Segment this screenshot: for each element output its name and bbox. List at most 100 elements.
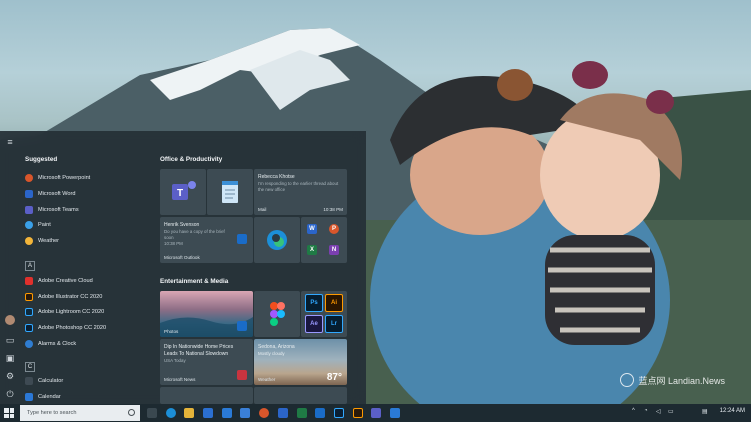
outlook-tile-label: Microsoft Outlook	[164, 255, 200, 260]
after-effects-icon[interactable]: Ae	[305, 315, 323, 333]
notepad-icon	[222, 181, 238, 203]
app-item-label: Microsoft Teams	[38, 207, 79, 213]
app-item-label: Calculator	[38, 378, 64, 384]
documents-icon[interactable]: ▭	[5, 335, 15, 345]
app-item-label: Adobe Illustrator CC 2020	[38, 294, 103, 300]
powerpoint-icon[interactable]	[259, 408, 269, 418]
photos-tile-label: Photos	[164, 329, 179, 334]
taskbar: Type here to search ^ ◔ ◁ ▭ ▤ 12:24 AM	[0, 404, 751, 422]
outlook-icon[interactable]	[315, 408, 325, 418]
mail-tile[interactable]: Rebecca Khotse I'm responding to the ear…	[254, 169, 347, 215]
outlook-icon[interactable]	[390, 408, 400, 418]
app-item-alarms[interactable]: Alarms & Clock	[25, 337, 76, 351]
word-icon[interactable]: W	[307, 224, 317, 234]
letter-header-c[interactable]: C	[25, 362, 35, 372]
tile-partial-2[interactable]	[254, 387, 347, 404]
calendar-icon[interactable]	[240, 408, 250, 418]
edge-tile[interactable]	[254, 217, 300, 263]
weather-tile[interactable]: Sedona, Arizona Mostly cloudy Weather 87…	[254, 339, 347, 385]
task-view-icon[interactable]	[147, 408, 157, 418]
teams-icon: T	[172, 181, 196, 200]
app-item-label: Adobe Photoshop CC 2020	[38, 325, 107, 331]
start-button[interactable]	[4, 408, 14, 418]
app-item-teams[interactable]: Microsoft Teams	[25, 203, 79, 217]
pictures-icon[interactable]: ▣	[5, 353, 15, 363]
weather-temperature: 87°	[326, 372, 342, 383]
mail-tile-label: Mail	[258, 207, 267, 212]
volume-icon[interactable]: ◁	[656, 408, 661, 415]
app-item-powerpoint[interactable]: Microsoft Powerpoint	[25, 171, 90, 185]
calculator-icon	[25, 377, 33, 385]
app-item-calculator[interactable]: Calculator	[25, 374, 63, 388]
powerpoint-icon	[25, 174, 33, 182]
photoshop-icon[interactable]: Ps	[305, 294, 323, 312]
power-icon[interactable]: ⏻	[5, 389, 15, 399]
watermark: 蓝点网 Landian.News	[620, 373, 725, 387]
user-avatar[interactable]	[5, 315, 15, 325]
chevron-up-icon[interactable]: ^	[632, 408, 635, 414]
teams-icon[interactable]	[371, 408, 381, 418]
photoshop-icon	[25, 324, 33, 332]
news-tile[interactable]: Dip In Nationwide Home Prices Leads To N…	[160, 339, 253, 385]
letter-header-a[interactable]: A	[25, 261, 35, 271]
word-icon	[25, 190, 33, 198]
edge-icon[interactable]	[166, 408, 176, 418]
outlook-icon	[237, 234, 247, 244]
excel-icon[interactable]	[297, 408, 307, 418]
outlook-time: 10:38 PM	[164, 240, 183, 246]
app-item-calendar[interactable]: Calendar	[25, 390, 61, 404]
notifications-icon[interactable]: ▤	[702, 408, 708, 415]
entertainment-heading: Entertainment & Media	[160, 278, 229, 285]
app-item-photoshop[interactable]: Adobe Photoshop CC 2020	[25, 321, 106, 335]
notepad-tile[interactable]	[207, 169, 253, 215]
figma-tile[interactable]	[254, 291, 300, 337]
photoshop-icon[interactable]	[334, 408, 344, 418]
word-icon[interactable]	[278, 408, 288, 418]
paint-icon	[25, 221, 33, 229]
hamburger-menu-icon[interactable]: ≡	[5, 137, 15, 147]
lightroom-icon[interactable]: Lr	[325, 315, 343, 333]
network-icon[interactable]: ◔	[644, 408, 648, 414]
settings-gear-icon[interactable]: ⚙	[5, 371, 15, 381]
windows-logo-icon	[9, 413, 14, 418]
tiles-area: Office & Productivity T Rebecca Khotse I…	[152, 131, 366, 404]
app-item-lightroom[interactable]: Adobe Lightroom CC 2020	[25, 305, 104, 319]
tile-partial-1[interactable]	[160, 387, 253, 404]
illustrator-icon[interactable]	[353, 408, 363, 418]
search-icon	[128, 409, 135, 416]
photos-icon	[237, 321, 247, 331]
taskbar-search[interactable]: Type here to search	[20, 405, 140, 421]
file-explorer-icon[interactable]	[184, 408, 194, 418]
outlook-tile[interactable]: Henrik Svenson Do you have a copy of the…	[160, 217, 253, 263]
app-item-label: Alarms & Clock	[38, 341, 77, 347]
adobe-apps-tile[interactable]: Ps Ai Ae Lr	[301, 291, 347, 337]
news-icon	[237, 370, 247, 380]
app-item-label: Weather	[38, 238, 60, 244]
weather-tile-label: Weather	[258, 377, 276, 382]
app-item-creative-cloud[interactable]: Adobe Creative Cloud	[25, 274, 93, 288]
app-item-paint[interactable]: Paint	[25, 218, 51, 232]
app-item-label: Adobe Creative Cloud	[38, 278, 93, 284]
taskbar-clock[interactable]: 12:24 AM	[720, 408, 745, 414]
weather-city: Sedona, Arizona	[258, 344, 295, 350]
app-item-label: Calendar	[38, 394, 61, 400]
illustrator-icon[interactable]: Ai	[325, 294, 343, 312]
windows-logo-icon	[4, 413, 9, 418]
app-item-weather[interactable]: Weather	[25, 234, 59, 248]
teams-icon	[25, 206, 33, 214]
app-item-illustrator[interactable]: Adobe Illustrator CC 2020	[25, 290, 102, 304]
news-tile-label: Microsoft News	[164, 377, 196, 382]
battery-icon[interactable]: ▭	[668, 408, 674, 415]
excel-icon[interactable]: X	[307, 245, 317, 255]
mail-icon[interactable]	[222, 408, 232, 418]
onenote-icon[interactable]: N	[329, 245, 339, 255]
store-icon[interactable]	[203, 408, 213, 418]
app-item-word[interactable]: Microsoft Word	[25, 187, 76, 201]
office-apps-tile[interactable]: W P X N	[301, 217, 347, 263]
start-menu: ≡ ▭ ▣ ⚙ ⏻ Suggested Microsoft Powerpoint…	[0, 131, 366, 404]
teams-tile[interactable]: T	[160, 169, 206, 215]
photos-tile[interactable]: Photos	[160, 291, 253, 337]
windows-logo-icon	[4, 408, 9, 413]
powerpoint-icon[interactable]: P	[329, 224, 339, 234]
outlook-preview: Do you have a copy of the brief soon	[164, 228, 225, 240]
